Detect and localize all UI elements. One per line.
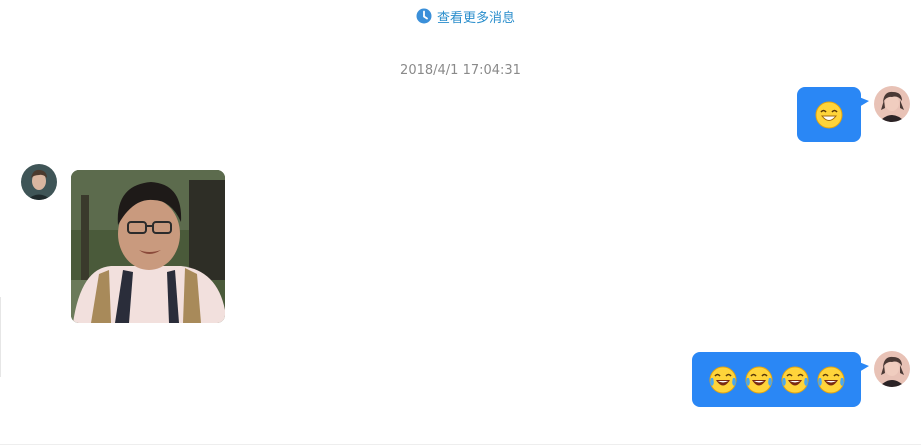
- load-more-label: 查看更多消息: [437, 10, 516, 26]
- contact-avatar[interactable]: [21, 164, 57, 200]
- message-timestamp: 2018/4/1 17:04:31: [400, 63, 521, 78]
- panel-edge: [0, 297, 1, 377]
- my-avatar[interactable]: [874, 86, 910, 122]
- tears-of-joy-emoji: [781, 366, 808, 393]
- sent-emoji-bubble[interactable]: [692, 352, 869, 407]
- input-area-divider: [0, 444, 921, 445]
- tears-of-joy-emoji: [817, 366, 844, 393]
- clock-icon: [416, 8, 432, 24]
- tears-of-joy-emoji: [745, 366, 772, 393]
- portrait-photo: [71, 170, 225, 323]
- smile-squint-emoji: [815, 101, 843, 128]
- tears-of-joy-emoji: [709, 366, 736, 393]
- load-more-messages-link[interactable]: 查看更多消息: [416, 6, 515, 26]
- sent-emoji-bubble[interactable]: [797, 87, 869, 142]
- my-avatar[interactable]: [874, 351, 910, 387]
- received-photo-message[interactable]: [71, 170, 225, 323]
